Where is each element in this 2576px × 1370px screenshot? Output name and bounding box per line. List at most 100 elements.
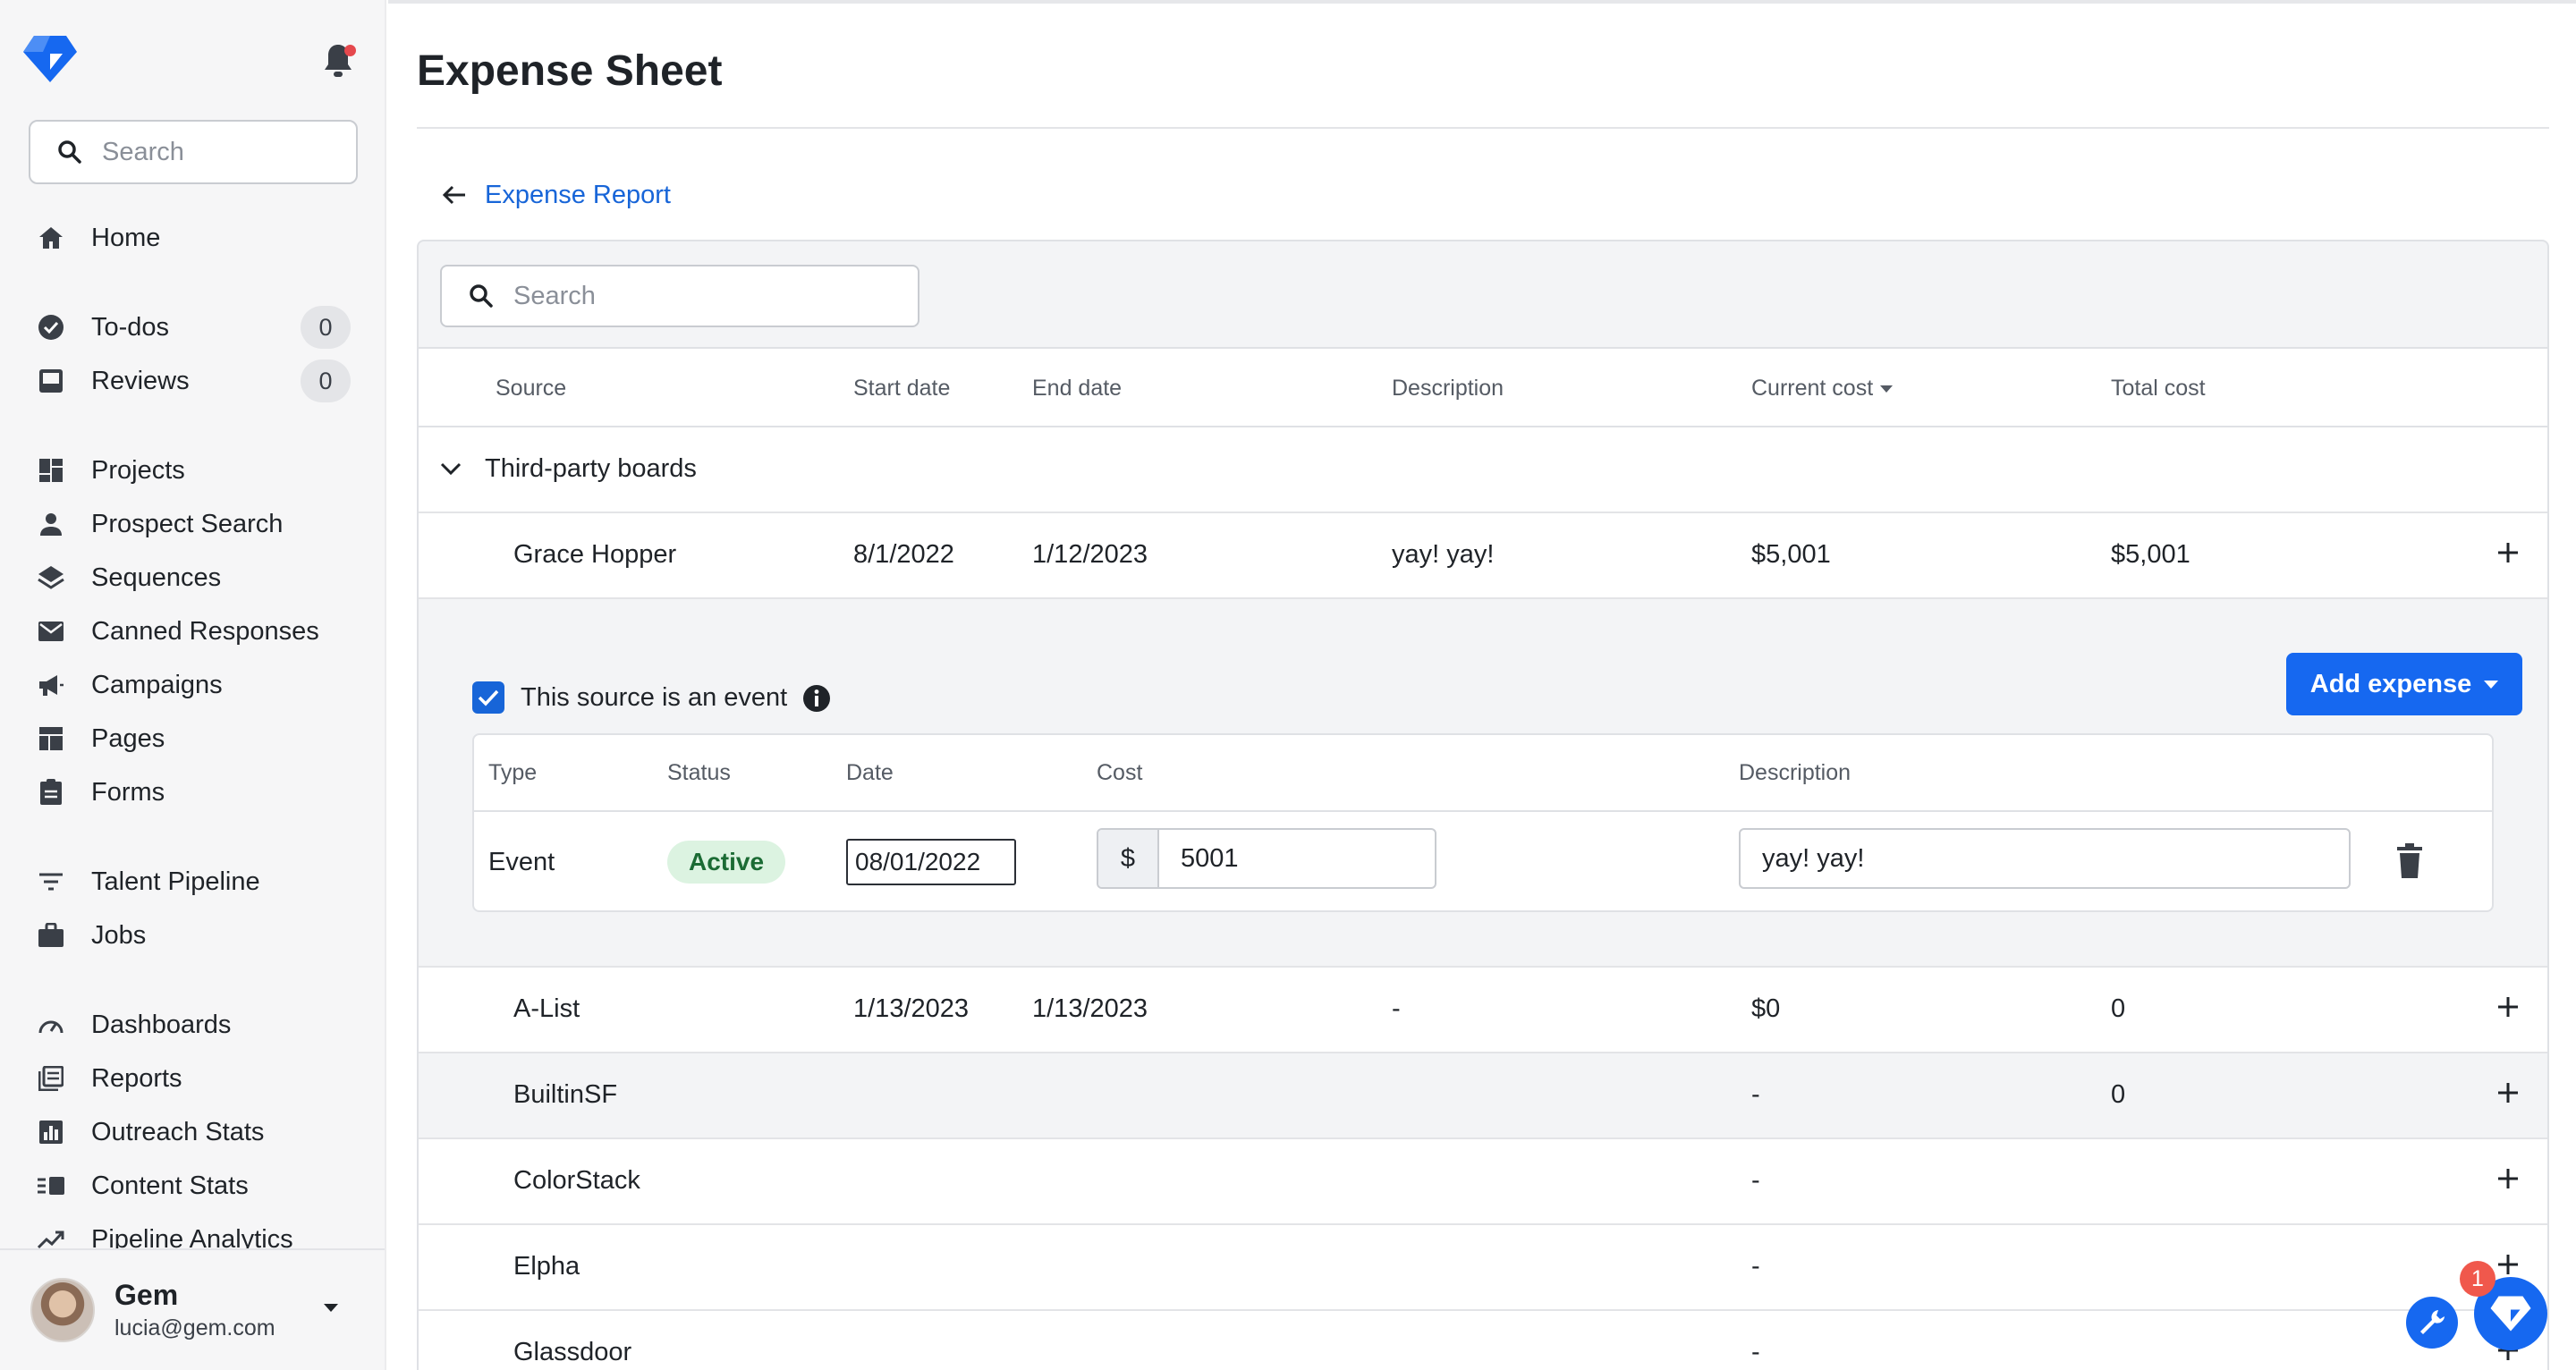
col-date: Date [846,760,894,785]
page-layout-icon [36,723,66,754]
sidebar-item-label: Dashboards [91,1010,232,1039]
home-icon [36,223,66,253]
col-end-date[interactable]: End date [1032,376,1122,402]
sidebar-item-reports[interactable]: Reports [36,1053,351,1104]
table-row[interactable]: Glassdoor - [419,1311,2547,1370]
megaphone-icon [36,670,66,700]
table-row[interactable]: Elpha - [419,1225,2547,1311]
sidebar-item-prospect-search[interactable]: Prospect Search [36,499,351,549]
sidebar-item-label: Canned Responses [91,616,319,646]
sidebar-item-talent-pipeline[interactable]: Talent Pipeline [36,857,351,907]
sidebar-item-home[interactable]: Home [36,213,351,263]
search-icon [58,140,81,164]
cell-source: A-List [513,994,580,1023]
sidebar-item-outreach-stats[interactable]: Outreach Stats [36,1107,351,1157]
cell-current-cost: - [1751,1338,1760,1366]
cell-current-cost: $0 [1751,994,1781,1023]
trash-icon[interactable] [2394,842,2426,880]
sidebar-search-placeholder: Search [102,137,184,166]
col-current-cost-label: Current cost [1751,376,1874,401]
add-expense-button[interactable]: Add expense [2286,653,2522,715]
sidebar-item-todos[interactable]: To-dos 0 [36,302,351,352]
table-search-placeholder: Search [513,281,596,310]
plus-icon[interactable] [2490,535,2526,571]
expense-type: Event [488,848,555,876]
sidebar-item-sequences[interactable]: Sequences [36,553,351,603]
table-header: Source Start date End date Description C… [419,349,2547,427]
sidebar-item-canned-responses[interactable]: Canned Responses [36,606,351,656]
sidebar-item-content-stats[interactable]: Content Stats [36,1161,351,1211]
expense-cost-field[interactable]: $ 5001 [1097,828,1436,889]
sidebar-item-dashboards[interactable]: Dashboards [36,1000,351,1050]
user-menu[interactable]: Gem lucia@gem.com [0,1248,385,1370]
table-row[interactable]: ColorStack - [419,1139,2547,1225]
sidebar-item-label: Projects [91,455,185,485]
col-cost: Cost [1097,760,1143,785]
sidebar-item-label: To-dos [91,312,170,342]
notification-bell-icon[interactable] [318,39,358,82]
expense-items-header: Type Status Date Cost Description [474,735,2492,812]
expense-items-table: Type Status Date Cost Description Event … [472,733,2494,912]
expense-item-row: Event Active 08/01/2022 $ 5001 yay! yay! [474,812,2492,910]
checkmark-icon [478,689,499,706]
table-search-input[interactable]: Search [440,265,919,327]
table-row[interactable]: BuiltinSF - 0 [419,1053,2547,1139]
cell-total-cost: 0 [2111,994,2126,1023]
plus-icon[interactable] [2490,989,2526,1025]
sidebar-item-jobs[interactable]: Jobs [36,910,351,960]
sidebar-item-label: Home [91,223,161,252]
dev-tools-button[interactable] [2406,1297,2458,1349]
reviews-count-badge: 0 [301,359,351,402]
back-link[interactable]: Expense Report [442,175,671,215]
cell-current-cost: $5,001 [1751,540,1831,569]
layers-icon [36,562,66,593]
expense-cost-input[interactable]: 5001 [1159,830,1239,887]
expense-date-input[interactable]: 08/01/2022 [846,839,1016,885]
sidebar-search-input[interactable]: Search [29,120,358,184]
cell-source: Glassdoor [513,1338,632,1366]
cell-start-date: 1/13/2023 [853,994,970,1023]
sidebar-item-reviews[interactable]: Reviews 0 [36,356,351,406]
group-label: Third-party boards [485,454,697,483]
col-total-cost[interactable]: Total cost [2111,376,2206,402]
col-current-cost[interactable]: Current cost [1751,376,1894,402]
event-checkbox[interactable] [472,681,504,714]
sidebar-item-label: Content Stats [91,1171,249,1200]
page-title: Expense Sheet [417,47,723,95]
cell-current-cost: - [1751,1080,1760,1109]
sidebar-item-campaigns[interactable]: Campaigns [36,660,351,710]
expense-table: Source Start date End date Description C… [419,347,2547,1370]
expense-description-input[interactable]: yay! yay! [1739,828,2351,889]
assistant-notification-badge: 1 [2460,1261,2496,1297]
chevron-down-icon[interactable] [435,452,467,485]
title-divider [417,127,2549,129]
info-icon[interactable] [801,683,832,714]
plus-icon[interactable] [2490,1075,2526,1111]
sidebar-item-forms[interactable]: Forms [36,767,351,817]
sidebar-item-label: Outreach Stats [91,1117,265,1146]
cell-source: Grace Hopper [513,540,677,569]
sidebar-item-label: Talent Pipeline [91,867,260,896]
col-start-date[interactable]: Start date [853,376,950,402]
sidebar-item-pages[interactable]: Pages [36,714,351,764]
clipboard-icon [36,777,66,808]
col-source[interactable]: Source [496,376,566,402]
content-list-icon [36,1171,66,1201]
col-description[interactable]: Description [1392,376,1504,402]
main-content: Expense Sheet Expense Report Search Sour… [388,0,2576,1370]
wrench-icon [2420,1310,2445,1334]
sidebar-item-label: Sequences [91,562,222,592]
plus-icon[interactable] [2490,1161,2526,1197]
sidebar-item-label: Pages [91,723,165,753]
gauge-icon [36,1010,66,1040]
table-row[interactable]: Grace Hopper 8/1/2022 1/12/2023 yay! yay… [419,513,2547,599]
bar-chart-icon [36,1117,66,1147]
briefcase-icon [36,920,66,951]
cell-source: Elpha [513,1252,580,1281]
table-row[interactable]: A-List 1/13/2023 1/13/2023 - $0 0 [419,968,2547,1053]
gem-logo-icon[interactable] [21,34,79,84]
caret-down-icon[interactable] [324,1304,338,1312]
expense-table-card: Search Source Start date End date Descri… [417,240,2549,1370]
group-row[interactable]: Third-party boards [419,427,2547,513]
sidebar-item-projects[interactable]: Projects [36,445,351,495]
